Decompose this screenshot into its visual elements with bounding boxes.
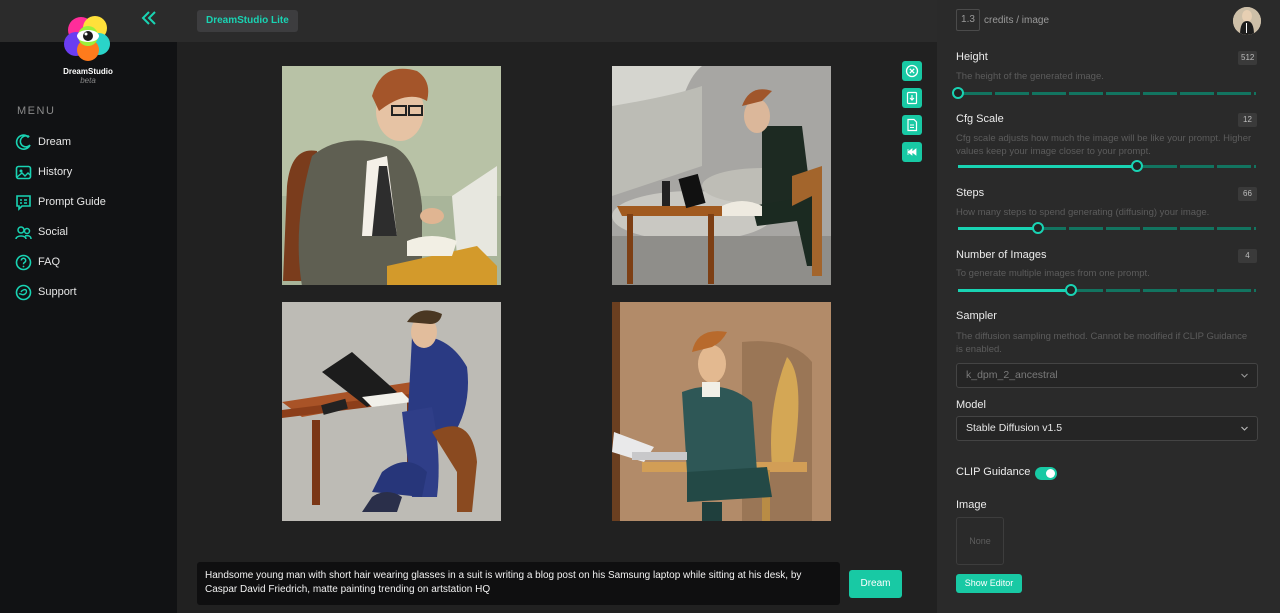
sidebar-item-label: History [38,166,73,178]
steps-slider[interactable] [958,221,1256,235]
app-badge[interactable]: DreamStudio Lite [197,10,298,32]
slider-thumb[interactable] [1130,160,1143,172]
steps-value: 66 [1238,187,1257,201]
generated-image-1[interactable] [282,66,501,285]
sidebar-item-label: Dream [38,136,72,148]
sidebar-item-social[interactable]: Social [15,217,106,247]
social-icon [15,225,32,239]
cfg-scale-slider[interactable] [958,159,1256,173]
support-icon [15,284,32,300]
cfg-scale-description: Cfg scale adjusts how much the image wil… [956,133,1252,157]
sidebar-item-label: FAQ [38,256,61,268]
credits-value: 1.3 [956,9,980,31]
init-image-dropzone[interactable]: None [956,517,1004,565]
faq-icon [15,254,32,270]
model-selected: Stable Diffusion v1.5 [966,422,1063,434]
slider-fill [958,165,1137,168]
image-tools [902,61,922,169]
number-of-images-value: 4 [1238,249,1257,263]
sidebar-item-support[interactable]: Support [15,277,106,307]
slider-thumb[interactable] [1065,284,1078,296]
sampler-selected: k_dpm_2_ancestral [966,369,1058,381]
sidebar-item-label: Support [38,286,77,298]
slider-fill [958,289,1072,292]
credits-label: credits / image [984,14,1050,26]
skip-back-icon [907,148,917,156]
history-icon [15,165,32,179]
model-label: Model [956,399,986,411]
prompt-guide-icon [16,194,31,211]
sidebar-menu: Dream History Prompt Guide Social FAQ Su… [15,127,106,307]
download-button[interactable] [902,88,922,108]
sidebar-item-history[interactable]: History [15,157,106,187]
sampler-label: Sampler [956,310,997,322]
chevron-down-icon [1241,426,1248,431]
download-icon [906,91,918,105]
dream-icon [15,133,31,150]
generated-image-4[interactable] [612,302,831,521]
avatar[interactable] [1233,7,1261,35]
dreamstudio-logo-icon [61,14,115,62]
height-label: Height [956,51,988,63]
save-settings-button[interactable] [902,115,922,135]
number-of-images-label: Number of Images [956,249,1047,261]
steps-description: How many steps to spend generating (diff… [956,207,1210,218]
file-icon [907,118,918,132]
prompt-input[interactable]: Handsome young man with short hair weari… [197,562,840,605]
dream-button[interactable]: Dream [849,570,902,598]
height-slider[interactable] [952,86,1256,100]
clear-images-button[interactable] [902,61,922,81]
show-editor-button[interactable]: Show Editor [956,574,1022,593]
generated-image-3[interactable] [282,302,501,521]
height-value: 512 [1238,51,1258,65]
collapse-sidebar-icon[interactable] [140,9,160,29]
sampler-select[interactable]: k_dpm_2_ancestral [956,363,1258,388]
number-of-images-description: To generate multiple images from one pro… [956,268,1150,279]
slider-thumb[interactable] [952,87,964,99]
close-circle-icon [905,64,919,78]
sidebar-item-label: Prompt Guide [38,196,106,208]
credits: 1.3 credits / image [956,9,1049,31]
clip-guidance-toggle[interactable] [1035,467,1057,480]
chevron-down-icon [1241,373,1248,378]
logo-sub: beta [80,76,96,85]
steps-label: Steps [956,187,985,199]
slider-fill [958,227,1039,230]
cfg-scale-label: Cfg Scale [956,113,1004,125]
cfg-scale-value: 12 [1238,113,1257,127]
generated-image-2[interactable] [612,66,831,285]
sidebar-item-dream[interactable]: Dream [15,127,106,157]
slider-track [958,92,1256,95]
skip-back-button[interactable] [902,142,922,162]
sidebar-item-label: Social [38,226,68,238]
number-of-images-slider[interactable] [958,283,1256,297]
image-label: Image [956,499,987,511]
logo[interactable]: DreamStudio beta [52,14,124,85]
sidebar-item-faq[interactable]: FAQ [15,247,106,277]
clip-guidance-label: CLIP Guidance [956,466,1031,478]
model-select[interactable]: Stable Diffusion v1.5 [956,416,1258,441]
logo-name: DreamStudio [63,67,113,76]
sidebar-item-prompt-guide[interactable]: Prompt Guide [15,187,106,217]
slider-thumb[interactable] [1032,222,1045,234]
sampler-description: The diffusion sampling method. Cannot be… [956,331,1248,355]
menu-title: MENU [17,105,56,117]
height-description: The height of the generated image. [956,71,1104,82]
